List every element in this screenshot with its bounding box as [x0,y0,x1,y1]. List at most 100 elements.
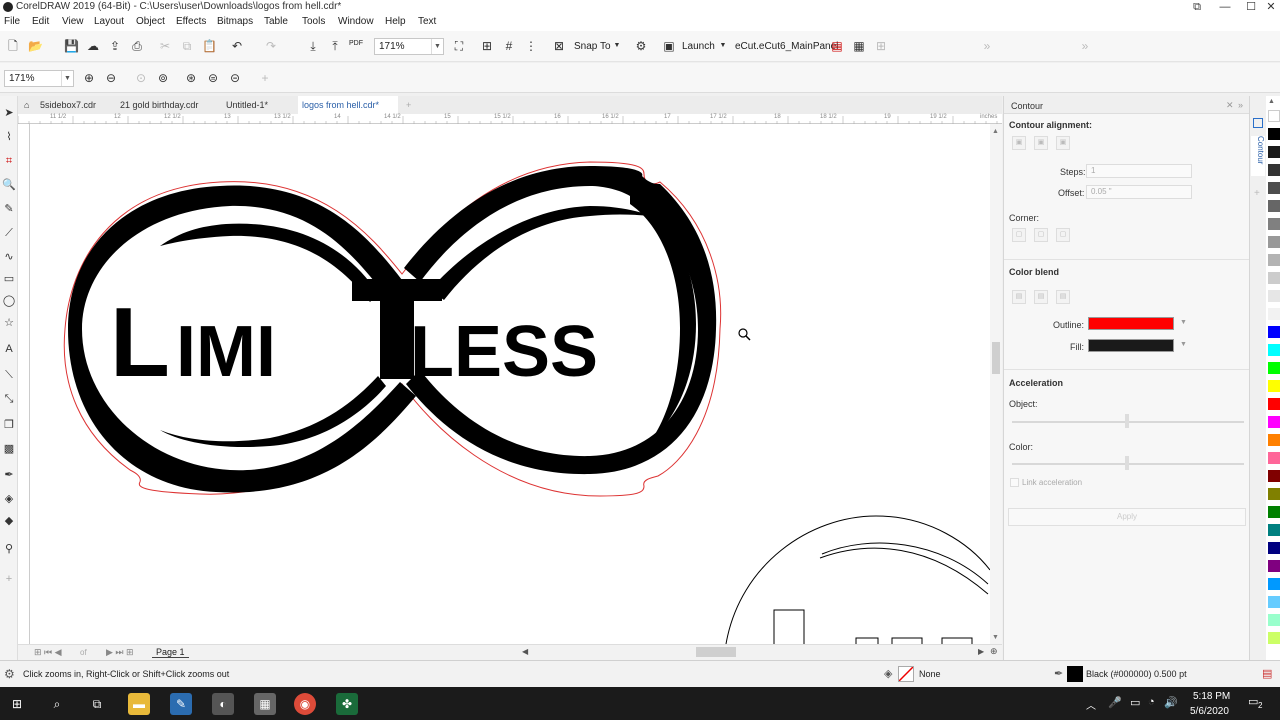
guidelines-icon[interactable]: ⋮ [524,39,538,53]
logo-text-imi[interactable]: IMI [176,312,276,392]
save-icon[interactable]: 💾 [64,39,79,53]
launch-icon[interactable]: ▣ [662,39,676,53]
palette-swatch[interactable] [1268,506,1280,518]
interactive-fill-icon[interactable]: ◈ [2,492,16,506]
zoom-width-icon[interactable]: ⊜ [206,71,220,85]
launch-dropdown-icon[interactable]: ▼ [716,39,730,53]
palette-swatch[interactable] [1268,596,1280,608]
windows-start-icon[interactable]: ⊞ [6,693,28,715]
palette-swatch[interactable] [1268,218,1280,230]
scroll-left-icon[interactable]: ◀ [522,647,528,656]
contour-center-button[interactable]: ▣ [1056,136,1070,150]
import-icon[interactable]: ⤓ [306,39,320,53]
ellipse-tool-icon[interactable]: ◯ [2,294,16,308]
home-icon[interactable]: ⌂ [20,96,33,114]
menu-edit[interactable]: Edit [32,16,49,27]
blend-clockwise-button[interactable]: ▤ [1034,290,1048,304]
coreldraw-taskbar-icon[interactable]: ✎ [170,693,192,715]
palette-swatch[interactable] [1268,344,1280,356]
docker-expand-icon[interactable]: » [1238,100,1243,110]
minimize-button[interactable]: — [1212,0,1238,14]
tray-chevron-icon[interactable]: ︿ [1086,697,1096,712]
copy-icon[interactable]: ⧉ [180,39,194,53]
toolbar-overflow-icon-2[interactable]: » [1078,39,1092,53]
palette-swatch[interactable] [1268,362,1280,374]
zoom-height-icon[interactable]: ⊝ [228,71,242,85]
scroll-down-icon[interactable]: ▼ [992,634,999,641]
palette-swatch[interactable] [1268,272,1280,284]
open-icon[interactable]: 📂 [28,39,43,53]
battery-icon[interactable]: ▭ [1130,696,1140,709]
restore-icon[interactable]: ⧉ [1184,0,1210,14]
snap-to-button[interactable]: Snap To [574,41,611,52]
zoom-all-icon[interactable]: ⊚ [156,71,170,85]
zoom-selected-icon[interactable]: ⊙ [134,71,148,85]
add-tool-icon[interactable]: + [2,572,16,586]
export-icon[interactable]: ⤒ [328,39,342,53]
palette-swatch[interactable] [1268,578,1280,590]
pick-tool-icon[interactable]: ➤ [2,106,16,120]
launch-button[interactable]: Launch [682,41,715,52]
corner-round-button[interactable]: ▢ [1034,228,1048,242]
palette-swatch[interactable] [1268,308,1280,320]
outline-pen-icon[interactable]: ⚲ [2,542,16,556]
no-fill-swatch[interactable] [898,666,914,682]
property-zoom-combo[interactable]: 171% ▼ [4,70,74,87]
freehand-tool-icon[interactable]: ✎ [2,202,16,216]
vertical-scroll-thumb[interactable] [992,342,1000,374]
corner-bevel-button[interactable]: ▢ [1056,228,1070,242]
zoom-level-combo[interactable]: 171% ▼ [374,38,444,55]
zoom-page-icon[interactable]: ⊛ [184,71,198,85]
crop-tool-icon[interactable]: ⌗ [2,154,16,168]
color-proofing-icon[interactable]: ▤ [1262,667,1272,680]
palette-swatch[interactable] [1268,452,1280,464]
menu-help[interactable]: Help [385,16,406,27]
apply-button[interactable]: Apply [1008,508,1246,526]
palette-swatch[interactable] [1268,614,1280,626]
menu-table[interactable]: Table [264,16,288,27]
tab-5sidebox7[interactable]: 5sidebox7.cdr [36,96,100,114]
settings-gear-icon[interactable]: ⚙ [4,667,15,681]
app-icon[interactable]: ◐ [212,693,234,715]
chevron-down-icon[interactable]: ▼ [1180,341,1187,348]
palette-swatch[interactable] [1268,488,1280,500]
docker-close-icon[interactable]: ✕ [1226,100,1234,111]
tab-logos-from-hell[interactable]: logos from hell.cdr* [298,96,398,114]
palette-swatch[interactable] [1268,200,1280,212]
chrome-icon[interactable]: ◉ [294,693,316,715]
print-icon[interactable]: ⎙ [130,39,144,53]
palette-swatch[interactable] [1268,326,1280,338]
redo-icon[interactable]: ↷ [264,39,278,53]
zoom-in-icon[interactable]: ⊕ [82,71,96,85]
volume-icon[interactable]: 🔊 [1164,696,1178,709]
add-icon[interactable]: + [258,71,272,85]
outline-pen-icon[interactable]: ✒ [1054,667,1063,680]
vertical-scrollbar[interactable]: ▲ ▼ [990,124,1002,644]
connector-tool-icon[interactable]: ⤡ [2,392,16,406]
search-icon[interactable]: ⌕ [46,693,68,715]
palette-swatch[interactable] [1268,398,1280,410]
tab-21-gold-birthday[interactable]: 21 gold birthday.cdr [116,96,202,114]
palette-swatch[interactable] [1268,182,1280,194]
menu-bitmaps[interactable]: Bitmaps [217,16,253,27]
app-icon-3[interactable]: ✤ [336,693,358,715]
scroll-right-icon[interactable]: ▶ [978,647,984,656]
palette-swatch[interactable] [1268,434,1280,446]
menu-file[interactable]: File [4,16,20,27]
menu-tools[interactable]: Tools [302,16,325,27]
object-slider-thumb[interactable] [1125,414,1129,428]
palette-swatch[interactable] [1268,128,1280,140]
toolbar-overflow-icon[interactable]: » [980,39,994,53]
polygon-tool-icon[interactable]: ☆ [2,316,16,330]
table-icon[interactable]: ▦ [852,39,866,53]
offset-input[interactable]: 0.05 " [1086,185,1192,199]
close-button[interactable]: ✕ [1258,0,1280,14]
zoom-tool-icon[interactable]: 🔍 [2,178,16,192]
app-icon-2[interactable]: ▦ [254,693,276,715]
paste-icon[interactable]: 📋 [202,39,217,53]
rulers-icon[interactable]: ⊞ [480,39,494,53]
corner-mitered-button[interactable]: ▢ [1012,228,1026,242]
palette-swatch[interactable] [1268,164,1280,176]
menu-object[interactable]: Object [136,16,165,27]
contour-inside-button[interactable]: ▣ [1012,136,1026,150]
